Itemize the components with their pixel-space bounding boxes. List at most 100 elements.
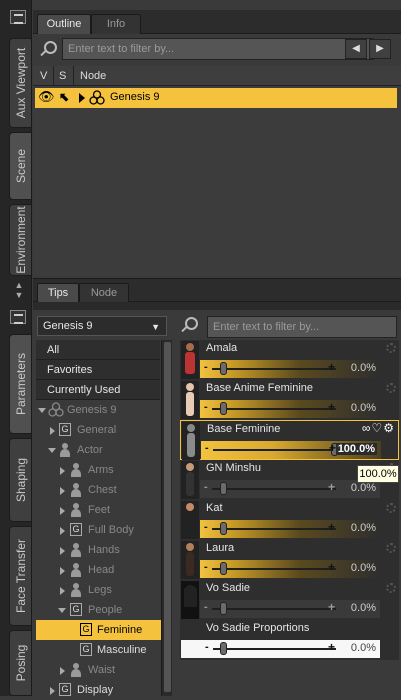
tree-scrollbar[interactable] xyxy=(161,340,172,696)
next-arrow-icon[interactable]: ▶ xyxy=(369,39,391,59)
gear-icon[interactable] xyxy=(386,383,396,393)
tab-face-transfer[interactable]: Face Transfer xyxy=(9,526,31,626)
slider-value[interactable]: 0.0% xyxy=(351,642,376,654)
tab-shaping[interactable]: Shaping xyxy=(9,438,31,522)
minus-icon[interactable]: - xyxy=(205,641,209,653)
slider-track[interactable]: - +0.0% xyxy=(200,400,380,418)
tab-tips[interactable]: Tips xyxy=(37,283,79,303)
plus-icon[interactable]: + xyxy=(328,400,335,414)
expand-arrow-icon[interactable] xyxy=(50,427,55,435)
slider-track[interactable]: - +0.0% xyxy=(200,480,380,498)
minus-icon[interactable]: - xyxy=(204,561,208,573)
slider-knob[interactable] xyxy=(220,482,227,495)
tab-aux-viewport[interactable]: Aux Viewport xyxy=(9,38,31,128)
slider-knob[interactable] xyxy=(220,362,227,375)
tab-parameters[interactable]: Parameters xyxy=(9,334,31,434)
params-menu-icon[interactable] xyxy=(10,310,26,324)
tree-node-display[interactable]: G Display xyxy=(36,680,162,700)
tab-outline[interactable]: Outline xyxy=(37,14,91,34)
slider-value[interactable]: 0.0% xyxy=(351,362,376,374)
slider-value[interactable]: 100.0% xyxy=(335,443,377,455)
slider-knob[interactable] xyxy=(220,402,227,415)
tab-posing[interactable]: Posing xyxy=(9,630,31,696)
scene-menu-icon[interactable] xyxy=(10,10,26,24)
scrollbar-thumb[interactable] xyxy=(164,342,171,692)
tree-node-hands[interactable]: Hands xyxy=(36,540,162,560)
slider-track[interactable]: - +0.0% xyxy=(200,360,380,378)
heart-icon[interactable]: ♡ xyxy=(371,421,383,435)
collapse-arrow-icon[interactable] xyxy=(58,608,66,613)
expand-arrow-icon[interactable] xyxy=(60,667,65,675)
tab-info[interactable]: Info xyxy=(91,14,141,34)
tree-node-feminine[interactable]: G Feminine xyxy=(36,620,162,640)
minus-icon[interactable]: - xyxy=(204,481,208,493)
tree-node-masculine[interactable]: G Masculine xyxy=(36,640,162,660)
expand-arrow-icon[interactable] xyxy=(79,93,85,103)
slider-track[interactable]: - +0.0% xyxy=(181,640,380,658)
select-cursor-icon[interactable]: ⬉ xyxy=(59,90,69,104)
expand-arrow-icon[interactable] xyxy=(60,527,65,535)
tree-node-legs[interactable]: Legs xyxy=(36,580,162,600)
slider-knob[interactable] xyxy=(220,602,227,615)
slider-track[interactable]: - +100.0% xyxy=(201,441,381,459)
slider-value[interactable]: 0.0% xyxy=(351,482,376,494)
slider-knob[interactable] xyxy=(220,562,227,575)
minus-icon[interactable]: - xyxy=(204,601,208,613)
tree-node-people[interactable]: G People xyxy=(36,600,162,620)
slider-track[interactable]: - +0.0% xyxy=(200,560,380,578)
category-all[interactable]: All xyxy=(36,340,160,360)
tab-environment[interactable]: Environment xyxy=(9,204,31,276)
params-search-input[interactable]: Enter text to filter by... xyxy=(207,316,397,338)
prev-arrow-icon[interactable]: ◀ xyxy=(345,39,367,59)
tree-node-chest[interactable]: Chest xyxy=(36,480,162,500)
scene-search-input[interactable]: Enter text to filter by... xyxy=(62,38,374,60)
gear-icon[interactable] xyxy=(386,583,396,593)
expand-arrow-icon[interactable] xyxy=(60,587,65,595)
col-select[interactable]: S xyxy=(59,70,66,82)
collapse-arrow-icon[interactable] xyxy=(48,448,56,453)
plus-icon[interactable]: + xyxy=(328,560,335,574)
minus-icon[interactable]: - xyxy=(204,361,208,373)
tree-node-waist[interactable]: Waist xyxy=(36,660,162,680)
tab-scene[interactable]: Scene xyxy=(9,132,31,200)
minus-icon[interactable]: - xyxy=(204,521,208,533)
tree-node-feet[interactable]: Feet xyxy=(36,500,162,520)
panel-split-arrows-icon[interactable]: ▲ ▼ xyxy=(12,280,26,302)
figure-dropdown[interactable]: Genesis 9 ▼ xyxy=(37,316,167,336)
tree-node-arms[interactable]: Arms xyxy=(36,460,162,480)
slider-value[interactable]: 0.0% xyxy=(351,602,376,614)
tree-node-genesis9[interactable]: Genesis 9 xyxy=(36,400,162,420)
gear-icon[interactable]: ⚙ xyxy=(383,421,395,435)
slider-value[interactable]: 0.0% xyxy=(351,402,376,414)
gear-icon[interactable] xyxy=(386,503,396,513)
collapse-arrow-icon[interactable] xyxy=(38,408,46,413)
expand-arrow-icon[interactable] xyxy=(60,567,65,575)
plus-icon[interactable]: + xyxy=(328,640,335,654)
tree-node-full-body[interactable]: G Full Body xyxy=(36,520,162,540)
gear-icon[interactable] xyxy=(386,543,396,553)
col-node[interactable]: Node xyxy=(80,70,106,82)
plus-icon[interactable]: + xyxy=(328,360,335,374)
splitter[interactable] xyxy=(33,302,401,310)
col-visible[interactable]: V xyxy=(40,70,47,82)
expand-arrow-icon[interactable] xyxy=(60,507,65,515)
eye-icon[interactable]: 👁 xyxy=(38,89,55,105)
slider-value[interactable]: 0.0% xyxy=(351,522,376,534)
slider-track[interactable]: - +0.0% xyxy=(200,520,380,538)
category-currently-used[interactable]: Currently Used xyxy=(36,380,160,400)
tree-node-head[interactable]: Head xyxy=(36,560,162,580)
outline-row-genesis9[interactable]: 👁 ⬉ Genesis 9 xyxy=(35,88,397,108)
minus-icon[interactable]: - xyxy=(204,401,208,413)
slider-knob[interactable] xyxy=(220,522,227,535)
expand-arrow-icon[interactable] xyxy=(50,687,55,695)
slider-track[interactable]: - +0.0% xyxy=(200,600,380,618)
slider-value[interactable]: 0.0% xyxy=(351,562,376,574)
slider-knob[interactable] xyxy=(220,642,227,655)
plus-icon[interactable]: + xyxy=(328,600,335,614)
category-favorites[interactable]: Favorites xyxy=(36,360,160,380)
plus-icon[interactable]: + xyxy=(328,480,335,494)
gear-icon[interactable] xyxy=(386,343,396,353)
tree-node-actor[interactable]: Actor xyxy=(36,440,162,460)
expand-arrow-icon[interactable] xyxy=(60,467,65,475)
expand-arrow-icon[interactable] xyxy=(60,487,65,495)
